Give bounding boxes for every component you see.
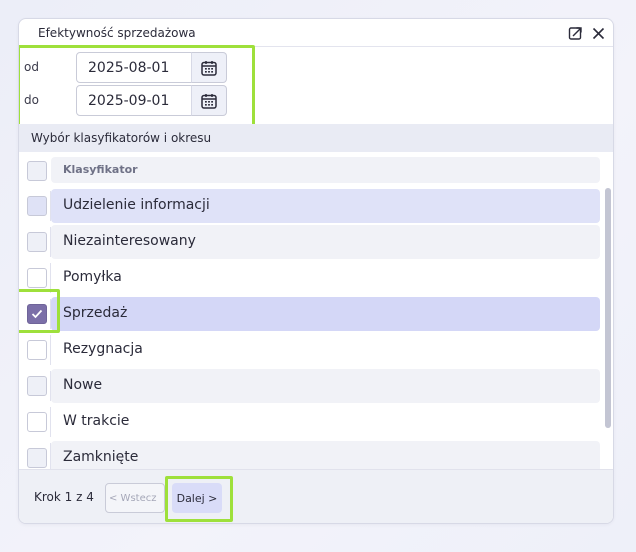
column-header-classifier: Klasyfikator bbox=[51, 157, 600, 183]
table-header-row: Klasyfikator bbox=[19, 157, 600, 191]
classifier-list: Klasyfikator Udzielenie informacji Nieza… bbox=[19, 152, 613, 469]
row-checkbox[interactable] bbox=[27, 268, 47, 288]
row-checkbox[interactable] bbox=[27, 340, 47, 360]
row-checkbox[interactable] bbox=[27, 412, 47, 432]
list-item[interactable]: Rezygnacja bbox=[19, 333, 600, 367]
list-item-label: Zamknięte bbox=[51, 441, 600, 469]
date-from-label: od bbox=[24, 60, 39, 74]
back-button[interactable]: < Wstecz bbox=[105, 483, 165, 513]
list-item-label: Rezygnacja bbox=[63, 341, 143, 357]
row-checkbox[interactable] bbox=[27, 196, 47, 216]
row-checkbox[interactable] bbox=[27, 448, 47, 468]
list-item[interactable]: W trakcie bbox=[19, 405, 600, 439]
calendar-icon[interactable] bbox=[191, 52, 227, 83]
list-item[interactable]: Udzielenie informacji bbox=[19, 189, 600, 223]
calendar-icon[interactable] bbox=[191, 85, 227, 116]
list-item[interactable]: Sprzedaż bbox=[19, 297, 600, 331]
list-item[interactable]: Nowe bbox=[19, 369, 600, 403]
date-from-input[interactable] bbox=[76, 52, 192, 83]
step-indicator: Krok 1 z 4 bbox=[34, 490, 94, 504]
scrollbar-thumb[interactable] bbox=[605, 188, 611, 428]
list-item-label: Niezainteresowany bbox=[51, 225, 600, 259]
date-from-row: od bbox=[19, 52, 259, 83]
next-button[interactable]: Dalej > bbox=[172, 483, 222, 513]
date-to-row: do bbox=[19, 85, 259, 116]
list-item[interactable]: Niezainteresowany bbox=[19, 225, 600, 259]
checkmark-icon bbox=[31, 309, 43, 319]
popout-icon[interactable] bbox=[566, 24, 584, 42]
date-to-input[interactable] bbox=[76, 85, 192, 116]
dialog-window: Efektywność sprzedażowa od 2025-08-01 do… bbox=[18, 18, 614, 524]
list-item[interactable]: Pomyłka bbox=[19, 261, 600, 295]
dialog-titlebar: Efektywność sprzedażowa bbox=[19, 19, 613, 47]
list-item[interactable]: Zamknięte bbox=[19, 441, 600, 469]
row-checkbox[interactable] bbox=[27, 304, 47, 324]
row-checkbox[interactable] bbox=[27, 232, 47, 252]
section-header: Wybór klasyfikatorów i okresu bbox=[19, 124, 613, 152]
list-item-label: Nowe bbox=[51, 369, 600, 403]
date-to-label: do bbox=[24, 93, 39, 107]
list-item-label: Sprzedaż bbox=[51, 297, 600, 331]
list-item-label: Udzielenie informacji bbox=[51, 189, 600, 223]
dialog-title: Efektywność sprzedażowa bbox=[38, 26, 196, 40]
list-item-label: W trakcie bbox=[63, 413, 130, 429]
list-item-label: Pomyłka bbox=[63, 269, 122, 285]
row-checkbox[interactable] bbox=[27, 376, 47, 396]
wizard-footer: Krok 1 z 4 < Wstecz Dalej > bbox=[19, 469, 613, 523]
close-icon[interactable] bbox=[589, 24, 607, 42]
select-all-checkbox[interactable] bbox=[27, 161, 47, 181]
